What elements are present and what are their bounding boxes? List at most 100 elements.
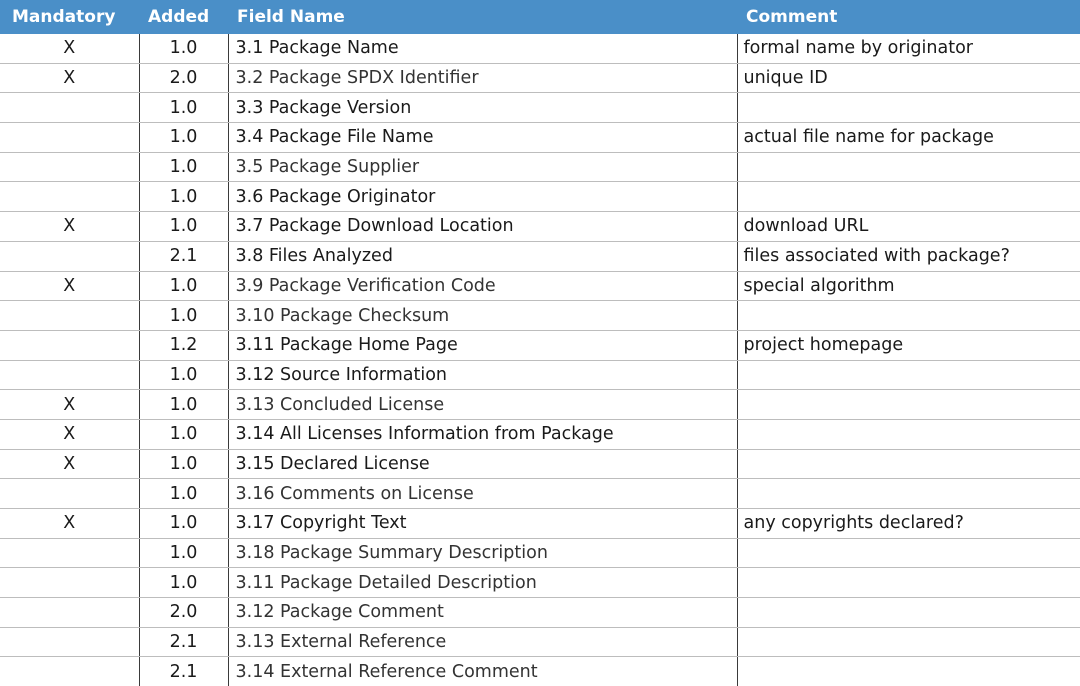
added-version-cell: 1.0	[138, 567, 228, 599]
comment-cell	[736, 152, 1080, 183]
comment-cell	[736, 181, 1080, 213]
mandatory-cell	[0, 567, 139, 599]
added-version-cell: 1.0	[138, 34, 228, 64]
mandatory-cell	[0, 538, 139, 569]
comment-cell: special algorithm	[736, 271, 1080, 302]
table-row: X 1.0 3.15 Declared License	[0, 449, 1080, 480]
field-name-cell: 3.12 Package Comment	[227, 597, 737, 628]
table-row: 1.0 3.10 Package Checksum	[0, 300, 1080, 331]
mandatory-cell	[0, 657, 139, 686]
mandatory-cell: X	[0, 271, 139, 302]
field-name-cell: 3.12 Source Information	[227, 360, 737, 391]
mandatory-cell: X	[0, 419, 139, 450]
comment-cell: download URL	[736, 211, 1080, 242]
mandatory-cell: X	[0, 389, 139, 420]
table-row: 1.0 3.11 Package Detailed Description	[0, 567, 1080, 599]
table-row: 1.0 3.3 Package Version	[0, 92, 1080, 124]
mandatory-cell	[0, 122, 139, 153]
mandatory-cell: X	[0, 211, 139, 242]
comment-cell	[736, 389, 1080, 420]
table-row: X 1.0 3.1 Package Name formal name by origi…	[0, 34, 1080, 64]
spdx-package-fields-table: Mandatory Added Field Name Comment X 1.0 3…	[0, 0, 1080, 686]
field-name-cell: 3.11 Package Detailed Description	[227, 567, 737, 599]
field-name-cell: 3.8 Files Analyzed	[227, 241, 737, 272]
header-mandatory: Mandatory	[0, 0, 139, 34]
header-comment: Comment	[737, 0, 1080, 34]
field-name-cell: 3.4 Package File Name	[227, 122, 737, 153]
mandatory-cell	[0, 300, 139, 331]
field-name-cell: 3.2 Package SPDX Identifier	[227, 63, 737, 94]
added-version-cell: 1.0	[138, 300, 228, 331]
mandatory-cell	[0, 181, 139, 213]
field-name-cell: 3.17 Copyright Text	[227, 508, 737, 539]
comment-cell: any copyrights declared?	[736, 508, 1080, 539]
table-row: 1.0 3.4 Package File Name actual file name…	[0, 122, 1080, 153]
table-row: 1.0 3.12 Source Information	[0, 360, 1080, 391]
added-version-cell: 1.0	[138, 449, 228, 480]
table-row: 1.2 3.11 Package Home Page project homepag…	[0, 330, 1080, 361]
header-field-name: Field Name	[228, 0, 737, 34]
table-row: 1.0 3.16 Comments on License	[0, 478, 1080, 509]
mandatory-cell	[0, 360, 139, 391]
added-version-cell: 2.1	[138, 241, 228, 272]
comment-cell	[736, 627, 1080, 658]
table-row: X 2.0 3.2 Package SPDX Identifier unique ID	[0, 63, 1080, 94]
added-version-cell: 1.0	[138, 508, 228, 539]
added-version-cell: 2.0	[138, 63, 228, 94]
added-version-cell: 1.2	[138, 330, 228, 361]
table-body: X 1.0 3.1 Package Name formal name by origi…	[0, 34, 1080, 686]
comment-cell	[736, 656, 1080, 686]
header-added: Added	[139, 0, 228, 34]
comment-cell	[736, 538, 1080, 569]
added-version-cell: 1.0	[138, 478, 228, 509]
table-row: 2.1 3.8 Files Analyzed files associated wi…	[0, 241, 1080, 272]
comment-cell	[736, 597, 1080, 628]
table-row: 1.0 3.5 Package Supplier	[0, 152, 1080, 183]
field-name-cell: 3.16 Comments on License	[227, 478, 737, 509]
comment-cell	[736, 419, 1080, 450]
added-version-cell: 1.0	[138, 152, 228, 183]
field-name-cell: 3.13 External Reference	[227, 627, 737, 658]
comment-cell	[736, 92, 1080, 124]
mandatory-cell	[0, 597, 139, 628]
header-row: Mandatory Added Field Name Comment	[0, 0, 1080, 34]
field-name-cell: 3.6 Package Originator	[227, 181, 737, 213]
mandatory-cell	[0, 92, 139, 124]
mandatory-cell: X	[0, 63, 139, 94]
comment-cell	[736, 360, 1080, 391]
table-row: 2.1 3.14 External Reference Comment	[0, 656, 1080, 686]
mandatory-cell	[0, 152, 139, 183]
table-row: X 1.0 3.13 Concluded License	[0, 389, 1080, 420]
added-version-cell: 1.0	[138, 92, 228, 124]
mandatory-cell	[0, 330, 139, 361]
comment-cell: formal name by originator	[736, 34, 1080, 64]
field-name-cell: 3.13 Concluded License	[227, 389, 737, 420]
mandatory-cell	[0, 478, 139, 509]
field-name-cell: 3.7 Package Download Location	[227, 211, 737, 242]
table-row: X 1.0 3.9 Package Verification Code special…	[0, 271, 1080, 302]
field-name-cell: 3.5 Package Supplier	[227, 152, 737, 183]
added-version-cell: 1.0	[138, 538, 228, 569]
added-version-cell: 2.1	[138, 656, 228, 686]
table-row: 2.1 3.13 External Reference	[0, 627, 1080, 658]
comment-cell	[736, 567, 1080, 599]
table-row: 2.0 3.12 Package Comment	[0, 597, 1080, 628]
comment-cell	[736, 300, 1080, 331]
field-name-cell: 3.1 Package Name	[227, 34, 737, 64]
added-version-cell: 2.0	[138, 597, 228, 628]
table-row: 1.0 3.6 Package Originator	[0, 181, 1080, 213]
table-row: X 1.0 3.7 Package Download Location downloa…	[0, 211, 1080, 242]
table-row: 1.0 3.18 Package Summary Description	[0, 538, 1080, 569]
table-header: Mandatory Added Field Name Comment	[0, 0, 1080, 34]
added-version-cell: 2.1	[138, 627, 228, 658]
mandatory-cell	[0, 627, 139, 658]
field-name-cell: 3.18 Package Summary Description	[227, 538, 737, 569]
field-name-cell: 3.3 Package Version	[227, 92, 737, 124]
added-version-cell: 1.0	[138, 181, 228, 213]
field-name-cell: 3.10 Package Checksum	[227, 300, 737, 331]
mandatory-cell	[0, 241, 139, 272]
added-version-cell: 1.0	[138, 271, 228, 302]
added-version-cell: 1.0	[138, 389, 228, 420]
table-row: X 1.0 3.17 Copyright Text any copyrights de…	[0, 508, 1080, 539]
comment-cell: project homepage	[736, 330, 1080, 361]
